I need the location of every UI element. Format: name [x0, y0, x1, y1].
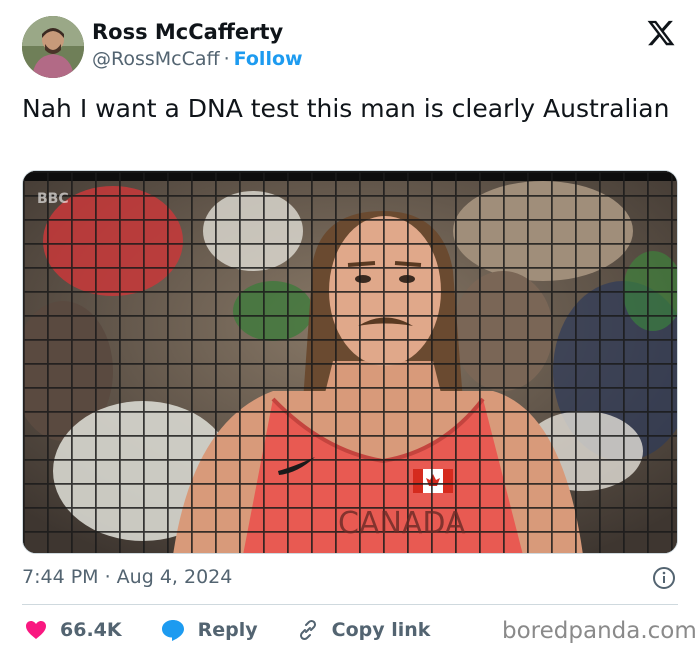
info-icon[interactable]: [652, 566, 676, 590]
tweet-media[interactable]: BBC CANADA: [22, 170, 678, 554]
like-button[interactable]: 66.4K: [24, 618, 122, 642]
link-icon: [299, 619, 316, 641]
follow-button[interactable]: Follow: [234, 48, 303, 70]
x-logo-icon[interactable]: [646, 18, 676, 48]
tweet-actions: 66.4K Reply Copy link: [24, 616, 468, 644]
tweet-text: Nah I want a DNA test this man is clearl…: [22, 94, 670, 123]
reply-label: Reply: [197, 619, 258, 641]
author-name[interactable]: Ross McCafferty: [92, 20, 283, 44]
reply-bubble-icon: [161, 620, 184, 641]
copy-link-label: Copy link: [331, 619, 431, 641]
watermark: boredpanda.com: [502, 618, 697, 644]
avatar-photo: [22, 16, 84, 78]
like-count: 66.4K: [60, 619, 122, 641]
author-handle[interactable]: @RossMcCaff: [92, 48, 220, 70]
media-image: BBC CANADA: [23, 171, 677, 553]
separator-dot: ·: [223, 48, 230, 70]
heart-icon: [26, 621, 46, 639]
reply-button[interactable]: Reply: [160, 618, 258, 642]
jersey-text: CANADA: [338, 506, 466, 541]
divider: [22, 604, 678, 605]
broadcaster-logo: BBC: [37, 191, 69, 207]
tweet-timestamp[interactable]: 7:44 PM · Aug 4, 2024: [22, 566, 232, 588]
author-handle-row: @RossMcCaff · Follow: [92, 48, 303, 70]
copy-link-button[interactable]: Copy link: [296, 618, 431, 642]
avatar[interactable]: [22, 16, 84, 78]
